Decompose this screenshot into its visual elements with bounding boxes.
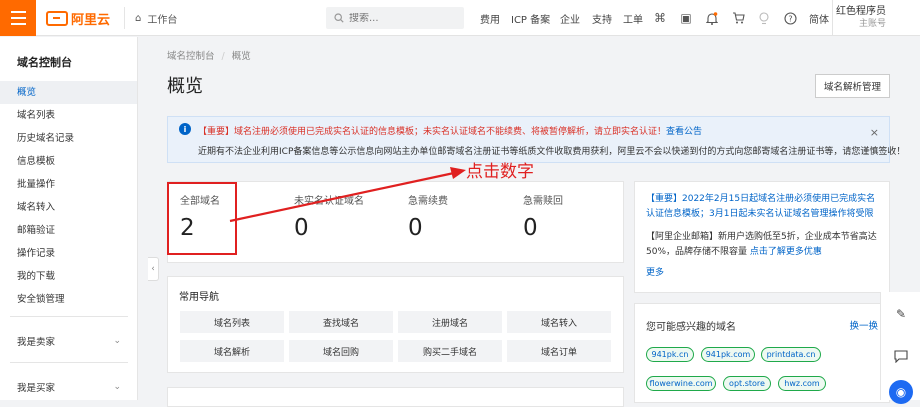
logo-mark-icon (46, 10, 68, 26)
user-name: 红色程序员 (836, 6, 886, 17)
quick-nav-register-domain[interactable]: 注册域名 (398, 311, 502, 333)
sidebar-item-email-verify[interactable]: 邮箱验证 (0, 219, 137, 242)
sidebar-item-downloads[interactable]: 我的下载 (0, 265, 137, 288)
sidebar-item-templates[interactable]: 信息模板 (0, 150, 137, 173)
nav-icp[interactable]: ICP 备案 (511, 0, 550, 36)
workbench-link[interactable]: ⌂ 工作台 (124, 7, 240, 29)
top-bar: 阿里云 ⌂ 工作台 费用 ICP 备案 企业 支持 工单 ⌘ ▣ ? 简体 红色程… (0, 0, 920, 36)
sidebar-group-seller-label: 我是卖家 (17, 337, 56, 348)
domain-tag[interactable]: hwz.com (778, 376, 826, 391)
menu-icon[interactable] (0, 0, 36, 36)
quick-nav-card: 常用导航 域名列表 查找域名 注册域名 域名转入 域名解析 域名回购 购买二手域… (167, 276, 624, 373)
sidebar: 域名控制台 概览 域名列表 历史域名记录 信息模板 批量操作 域名转入 邮箱验证… (0, 37, 138, 400)
quick-nav-secondhand[interactable]: 购买二手域名 (398, 340, 502, 362)
quick-nav-dns[interactable]: 域名解析 (180, 340, 284, 362)
quick-nav-orders[interactable]: 域名订单 (507, 340, 611, 362)
bell-icon[interactable] (704, 10, 720, 26)
announcement-card: 【重要】2022年2月15日起域名注册必须使用已完成实名认证信息模板；3月1日起… (634, 181, 890, 293)
quick-nav-domain-list[interactable]: 域名列表 (180, 311, 284, 333)
sidebar-group-seller[interactable]: 我是卖家 ⌄ (0, 331, 138, 351)
domain-tag[interactable]: printdata.cn (761, 347, 821, 362)
content-card (167, 387, 624, 407)
lightbulb-icon[interactable] (756, 10, 772, 26)
sidebar-item-security-lock[interactable]: 安全锁管理 (0, 288, 137, 311)
interest-domains-card: 您可能感兴趣的域名 换一换 941pk.cn 941pk.com printda… (634, 303, 890, 403)
aliyun-logo[interactable]: 阿里云 (46, 8, 110, 28)
monitor-icon[interactable]: ▣ (678, 10, 694, 26)
announcement-item-1[interactable]: 【重要】2022年2月15日起域名注册必须使用已完成实名认证信息模板；3月1日起… (646, 192, 882, 222)
sidebar-item-domain-list[interactable]: 域名列表 (0, 104, 137, 127)
quick-nav-buyback[interactable]: 域名回购 (289, 340, 393, 362)
announcement-item-2-link[interactable]: 点击了解更多优惠 (750, 247, 822, 257)
chevron-down-icon: ⌄ (113, 382, 121, 392)
home-icon: ⌂ (135, 12, 142, 24)
sidebar-item-history[interactable]: 历史域名记录 (0, 127, 137, 150)
nav-billing[interactable]: 费用 (480, 0, 500, 36)
workbench-label: 工作台 (147, 14, 178, 26)
search-box[interactable] (326, 7, 464, 29)
quick-nav-search-domain[interactable]: 查找域名 (289, 311, 393, 333)
help-icon[interactable]: ? (782, 10, 798, 26)
sidebar-divider (10, 316, 128, 317)
user-divider (832, 0, 833, 36)
domain-tag[interactable]: opt.store (723, 376, 771, 391)
sidebar-divider (10, 362, 128, 363)
announcement-item-2: 【阿里企业邮箱】新用户选购低至5折，企业成本节省高达50%，品牌存储不限容量 点… (646, 230, 882, 260)
logo-text: 阿里云 (71, 12, 111, 28)
sidebar-group-buyer[interactable]: 我是买家 ⌄ (0, 377, 138, 397)
announcement-more[interactable]: 更多 (646, 266, 882, 281)
nav-enterprise[interactable]: 企业 (560, 0, 580, 36)
search-input[interactable] (349, 12, 449, 24)
sidebar-item-batch[interactable]: 批量操作 (0, 173, 137, 196)
sidebar-menu: 概览 域名列表 历史域名记录 信息模板 批量操作 域名转入 邮箱验证 操作记录 … (0, 81, 137, 311)
nav-ticket[interactable]: 工单 (623, 0, 643, 36)
domain-tag[interactable]: flowerwine.com (646, 376, 716, 391)
chat-icon[interactable] (889, 344, 913, 368)
sidebar-item-overview[interactable]: 概览 (0, 81, 137, 104)
search-icon (334, 13, 344, 23)
cart-icon[interactable] (730, 10, 746, 26)
interest-title: 您可能感兴趣的域名 (646, 322, 736, 333)
quick-nav-transfer-in[interactable]: 域名转入 (507, 311, 611, 333)
main-content: 域名控制台 / 概览 概览 域名解析管理 i 【重要】域名注册必须使用已完成实名… (148, 37, 905, 407)
service-icon[interactable]: ◉ (889, 380, 913, 404)
domain-tag[interactable]: 941pk.com (701, 347, 755, 362)
nav-support[interactable]: 支持 (592, 0, 612, 36)
floating-toolbar: ✎ ◉ (880, 292, 920, 404)
terminal-icon[interactable]: ⌘ (652, 10, 668, 26)
language-switch[interactable]: 简体 (809, 0, 829, 36)
chevron-down-icon: ⌄ (113, 336, 121, 346)
domain-tag[interactable]: 941pk.cn (646, 347, 694, 362)
sidebar-item-transfer-in[interactable]: 域名转入 (0, 196, 137, 219)
quick-nav-title: 常用导航 (179, 292, 219, 303)
user-role: 主账号 (858, 19, 886, 29)
sidebar-group-buyer-label: 我是买家 (17, 383, 56, 394)
user-menu[interactable]: 红色程序员 主账号 (836, 5, 886, 31)
annotation-label: 点击数字 (466, 162, 534, 182)
refresh-link[interactable]: 换一换 (849, 318, 878, 332)
edit-icon[interactable]: ✎ (889, 302, 913, 326)
sidebar-title: 域名控制台 (17, 56, 72, 69)
sidebar-item-operation-log[interactable]: 操作记录 (0, 242, 137, 265)
svg-text:?: ? (788, 14, 792, 23)
